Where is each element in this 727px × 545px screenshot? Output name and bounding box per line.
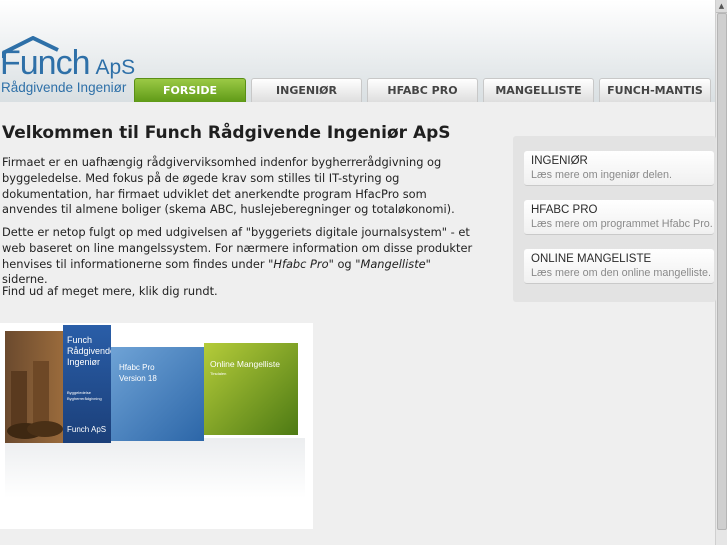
sidebar-box-title: HFABC PRO bbox=[531, 204, 598, 216]
sidebar-box-desc: Læs mere om ingeniør delen. bbox=[531, 169, 673, 181]
sidebar-box-desc: Læs mere om den online mangelliste. bbox=[531, 267, 712, 279]
explore-paragraph: Find ud af meget mere, klik dig rundt. bbox=[2, 284, 218, 298]
tab-mangelliste[interactable]: MANGELLISTE bbox=[483, 78, 594, 102]
box3-line1: Online Mangelliste bbox=[210, 359, 280, 369]
box3-line2: Tirsdalen bbox=[210, 371, 227, 376]
box2-line2: Version 18 bbox=[119, 374, 157, 383]
scroll-thumb[interactable] bbox=[717, 13, 727, 530]
tab-forside[interactable]: FORSIDE bbox=[134, 78, 246, 102]
product-boxes-image: Funch Rådgivende Ingeniør Byggeledelse B… bbox=[0, 323, 313, 529]
reflection bbox=[5, 438, 305, 498]
page-title: Velkommen til Funch Rådgivende Ingeniør … bbox=[2, 123, 451, 143]
tab-ingenior[interactable]: INGENIØR bbox=[251, 78, 362, 102]
product-box-funch-side bbox=[5, 331, 63, 443]
box1-line2: Rådgivende bbox=[67, 346, 116, 356]
boots-icon bbox=[7, 361, 63, 439]
box1-line3: Ingeniør bbox=[67, 357, 101, 367]
product-box-hfabc-pro: Hfabc Pro Version 18 bbox=[111, 347, 204, 441]
logo[interactable]: Funch ApS Rådgivende Ingeniør bbox=[0, 36, 135, 98]
box1-small2: Bygherrerådgivning bbox=[67, 396, 102, 401]
box1-line1: Funch bbox=[67, 335, 93, 345]
product-box-online-mangelliste: Online Mangelliste Tirsdalen bbox=[204, 343, 298, 435]
logo-subtitle: Rådgivende Ingeniør bbox=[1, 80, 127, 95]
products-paragraph: Dette er netop fulgt op med udgivelsen a… bbox=[2, 225, 473, 287]
hfabc-pro-link[interactable]: Hfabc Pro bbox=[273, 257, 328, 271]
scroll-up-arrow-icon[interactable]: ▲ bbox=[716, 0, 727, 13]
box2-line1: Hfabc Pro bbox=[119, 363, 155, 372]
vertical-scrollbar[interactable]: ▲ bbox=[715, 0, 727, 545]
box1-brand: Funch ApS bbox=[67, 425, 107, 434]
sidebar: INGENIØR Læs mere om ingeniør delen. HFA… bbox=[513, 136, 716, 302]
sidebar-box-ingenior[interactable]: INGENIØR Læs mere om ingeniør delen. bbox=[524, 151, 714, 186]
sidebar-box-title: INGENIØR bbox=[531, 155, 588, 167]
sidebar-box-hfabc-pro[interactable]: HFABC PRO Læs mere om programmet Hfabc P… bbox=[524, 200, 714, 235]
sidebar-box-title: ONLINE MANGELISTE bbox=[531, 253, 652, 265]
tab-funch-mantis[interactable]: FUNCH-MANTIS bbox=[599, 78, 711, 102]
mangelliste-link[interactable]: Mangelliste bbox=[361, 257, 426, 271]
tab-hfabc-pro[interactable]: HFABC PRO bbox=[367, 78, 478, 102]
sidebar-box-online-mangeliste[interactable]: ONLINE MANGELISTE Læs mere om den online… bbox=[524, 249, 714, 284]
intro-paragraph: Firmaet er en uafhængig rådgiverviksomhe… bbox=[2, 155, 455, 217]
product-box-funch: Funch Rådgivende Ingeniør Byggeledelse B… bbox=[63, 325, 115, 443]
box1-small1: Byggeledelse bbox=[67, 390, 92, 395]
logo-name: Funch ApS bbox=[0, 44, 136, 82]
logo-suffix: ApS bbox=[95, 56, 136, 79]
sidebar-box-desc: Læs mere om programmet Hfabc Pro. bbox=[531, 218, 713, 230]
